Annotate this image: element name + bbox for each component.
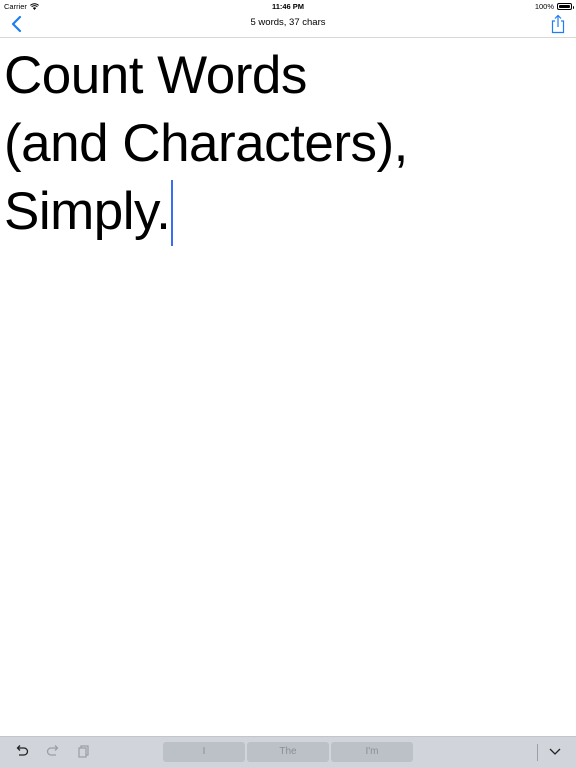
text-editor[interactable]: Count Words (and Characters), Simply. — [4, 42, 566, 246]
screen: Carrier 11:46 PM 100% 5 words, 37 chars — [0, 0, 576, 768]
status-bar: Carrier 11:46 PM 100% — [0, 0, 576, 12]
suggestion-1[interactable]: I — [163, 742, 245, 762]
battery-icon — [557, 3, 574, 10]
dismiss-keyboard-button[interactable] — [547, 743, 563, 759]
suggestion-3[interactable]: I'm — [331, 742, 413, 762]
redo-button[interactable] — [45, 743, 61, 759]
share-icon — [551, 14, 565, 34]
accessory-divider — [537, 744, 538, 761]
suggestion-2[interactable]: The — [247, 742, 329, 762]
status-time: 11:46 PM — [271, 2, 305, 11]
keyboard-accessory-bar: I The I'm — [0, 736, 576, 768]
chevron-down-icon — [549, 748, 561, 755]
editor-line-2: (and Characters), — [4, 114, 408, 173]
nav-bar: 5 words, 37 chars — [0, 12, 576, 38]
battery-info: 100% — [534, 2, 574, 11]
text-caret — [171, 180, 173, 246]
editor-line-3-text: Simply. — [4, 182, 171, 241]
paste-button[interactable] — [76, 743, 92, 759]
editor-line-3: Simply. — [4, 178, 566, 246]
editor-line-1: Count Words — [4, 46, 307, 105]
share-button[interactable] — [550, 14, 566, 34]
redo-icon — [46, 745, 59, 756]
paste-icon — [78, 745, 89, 758]
battery-percent: 100% — [534, 2, 554, 11]
word-count-title: 5 words, 37 chars — [250, 17, 326, 28]
undo-button[interactable] — [14, 743, 30, 759]
undo-icon — [16, 745, 29, 756]
